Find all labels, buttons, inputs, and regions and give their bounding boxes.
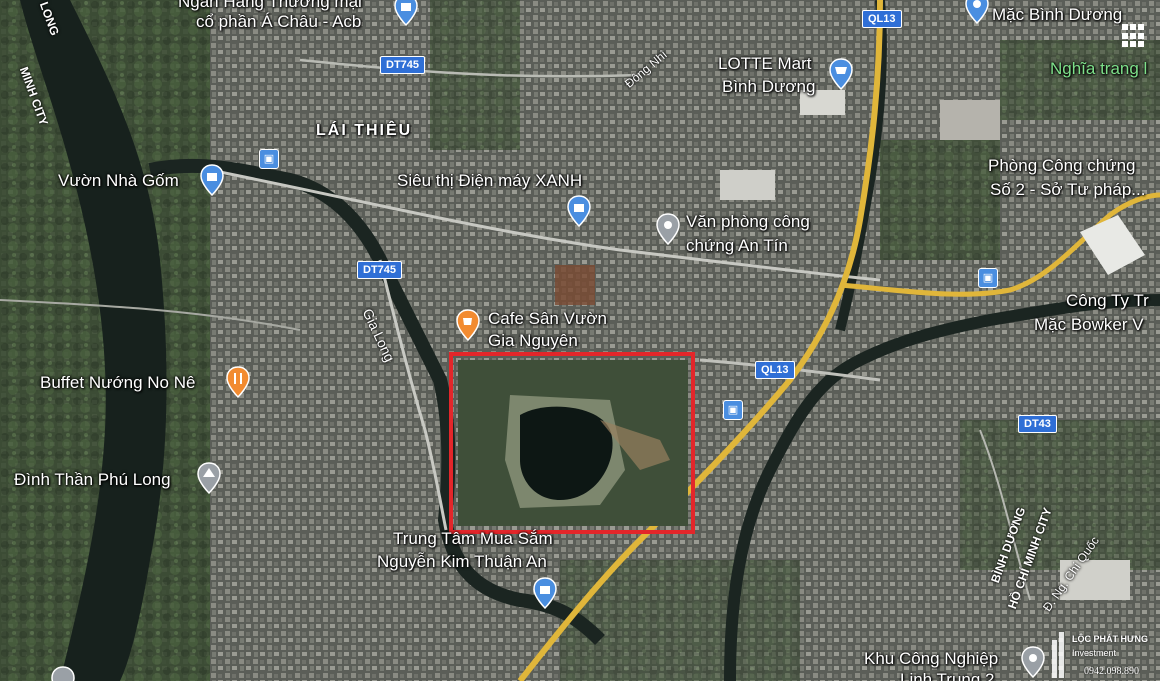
satellite-imagery xyxy=(0,0,1160,681)
label-khu-cong-nghiep-line1: Khu Công Nghiệp xyxy=(864,649,999,668)
watermark-phone: 0942.098.890 xyxy=(1084,666,1139,677)
coffee-cup-icon[interactable] xyxy=(455,309,481,341)
label-phong-cong-chung-line2: Số 2 - Sở Tư pháp... xyxy=(990,180,1146,199)
shopping-bag-icon[interactable] xyxy=(532,577,558,609)
label-an-tin-line1: Văn phòng công xyxy=(686,212,810,231)
label-cafe-line1: Cafe Sân Vườn xyxy=(488,309,607,328)
label-cong-ty-line2: Mặc Bowker V xyxy=(1034,315,1144,334)
shopping-bag-icon[interactable] xyxy=(566,195,592,227)
label-an-tin-line2: chứng An Tín xyxy=(686,236,788,255)
fork-knife-icon[interactable] xyxy=(225,366,251,398)
label-cafe-line2: Gia Nguyên xyxy=(488,331,578,350)
road-shield-ql13-mid: QL13 xyxy=(755,361,795,379)
label-lotte-line2: Bình Dương xyxy=(722,77,816,96)
label-binh-duong-top: Mặc Bình Dương xyxy=(992,5,1123,24)
satellite-map[interactable]: QL13 DT745 DT745 QL13 DT43 Ngân Hàng Thư… xyxy=(0,0,1160,681)
label-dinh-than: Đình Thần Phú Long xyxy=(14,470,171,489)
bus-stop-icon[interactable]: ▣ xyxy=(723,400,743,420)
road-shield-dt43: DT43 xyxy=(1018,415,1057,433)
watermark-brand: LỘC PHÁT HƯNG xyxy=(1072,634,1148,644)
label-acb-line2: cổ phần Á Châu - Acb xyxy=(196,12,362,31)
shopping-bag-icon[interactable] xyxy=(828,58,854,90)
project-highlight-box xyxy=(449,352,695,534)
label-lai-thieu: LÁI THIÊU xyxy=(316,122,413,139)
label-acb-line1: Ngân Hàng Thương mại xyxy=(178,0,362,11)
brand-logo-icon xyxy=(1052,632,1064,678)
label-dien-may-xanh: Siêu thị Điện máy XANH xyxy=(397,171,583,190)
place-pin-icon[interactable] xyxy=(50,666,76,681)
label-buffet: Buffet Nướng No Nê xyxy=(40,373,196,392)
place-pin-icon[interactable] xyxy=(964,0,990,24)
road-shield-ql13-top: QL13 xyxy=(862,10,902,28)
shopping-bag-icon[interactable] xyxy=(393,0,419,26)
grid-menu-icon[interactable] xyxy=(1120,22,1148,50)
label-trung-tam-line1: Trung Tâm Mua Sắm xyxy=(393,529,553,548)
label-lotte-line1: LOTTE Mart xyxy=(718,54,812,73)
road-shield-dt745-mid: DT745 xyxy=(357,261,403,279)
bus-stop-icon[interactable]: ▣ xyxy=(978,268,998,288)
bus-stop-icon[interactable]: ▣ xyxy=(259,149,279,169)
label-vuon-nha-gom: Vườn Nhà Gốm xyxy=(58,171,179,190)
label-trung-tam-line2: Nguyễn Kim Thuận An xyxy=(377,552,547,571)
label-nghia-trang: Nghĩa trang l xyxy=(1050,59,1148,78)
road-shield-dt745-top: DT745 xyxy=(380,56,426,74)
label-khu-cong-nghiep-line2: Linh Trung 2 xyxy=(900,670,995,681)
brand-watermark: LỘC PHÁT HƯNG Investment 0942.098.890 xyxy=(1050,628,1160,681)
temple-icon[interactable] xyxy=(196,462,222,494)
label-phong-cong-chung-line1: Phòng Công chứng xyxy=(988,156,1136,175)
place-pin-icon[interactable] xyxy=(655,213,681,245)
label-cong-ty-line1: Công Ty Tr xyxy=(1066,291,1149,310)
watermark-subtitle: Investment xyxy=(1072,648,1117,658)
place-pin-icon[interactable] xyxy=(1020,646,1046,678)
shopping-bag-icon[interactable] xyxy=(199,164,225,196)
